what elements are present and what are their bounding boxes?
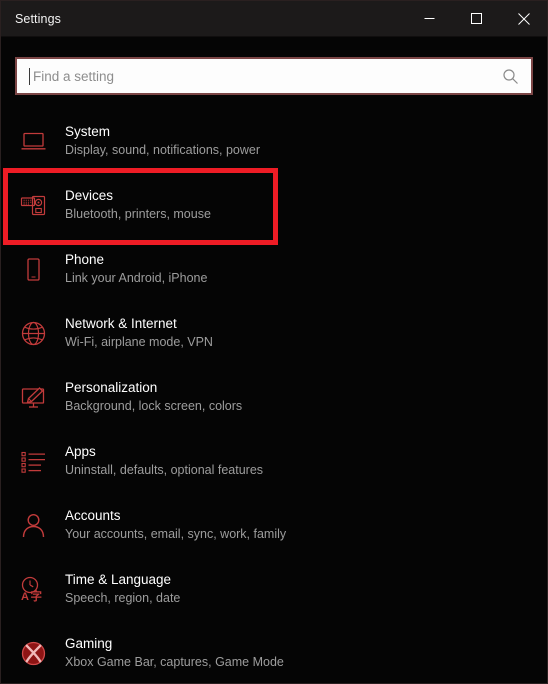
window-controls — [406, 1, 547, 37]
settings-item-subtitle: Speech, region, date — [65, 591, 181, 605]
maximize-button[interactable] — [453, 1, 500, 37]
search-icon[interactable] — [502, 68, 519, 85]
close-button[interactable] — [500, 1, 547, 37]
window-title: Settings — [15, 11, 61, 26]
settings-item-subtitle: Uninstall, defaults, optional features — [65, 463, 264, 477]
settings-item-text: Personalization Background, lock screen,… — [65, 379, 242, 415]
minimize-icon — [424, 18, 435, 19]
title-bar: Settings — [1, 1, 547, 37]
globe-icon — [19, 319, 47, 347]
svg-text:字: 字 — [30, 589, 42, 603]
settings-item-subtitle: Your accounts, email, sync, work, family — [65, 527, 287, 541]
settings-item-apps[interactable]: Apps Uninstall, defaults, optional featu… — [1, 429, 547, 493]
settings-item-title: Gaming — [65, 636, 113, 651]
settings-item-text: Apps Uninstall, defaults, optional featu… — [65, 443, 263, 479]
settings-item-text: Network & Internet Wi-Fi, airplane mode,… — [65, 315, 213, 351]
settings-item-subtitle: Display, sound, notifications, power — [65, 143, 261, 157]
settings-item-title: Apps — [65, 444, 96, 459]
search-input[interactable] — [33, 59, 502, 93]
devices-icon — [19, 191, 47, 219]
settings-item-accounts[interactable]: Accounts Your accounts, email, sync, wor… — [1, 493, 547, 557]
laptop-icon — [19, 127, 47, 155]
settings-item-subtitle: Bluetooth, printers, mouse — [65, 207, 211, 221]
settings-item-text: Phone Link your Android, iPhone — [65, 251, 207, 287]
settings-item-title: Network & Internet — [65, 316, 177, 331]
maximize-icon — [471, 13, 482, 24]
search-box[interactable] — [15, 57, 533, 95]
settings-list: System Display, sound, notifications, po… — [1, 95, 547, 683]
settings-item-time-language[interactable]: A 字 Time & Language Speech, region, date — [1, 557, 547, 621]
settings-item-text: Gaming Xbox Game Bar, captures, Game Mod… — [65, 635, 284, 671]
minimize-button[interactable] — [406, 1, 453, 37]
settings-item-subtitle: Link your Android, iPhone — [65, 271, 208, 285]
phone-icon — [19, 255, 47, 283]
settings-item-subtitle: Background, lock screen, colors — [65, 399, 243, 413]
settings-item-gaming[interactable]: Gaming Xbox Game Bar, captures, Game Mod… — [1, 621, 547, 683]
settings-item-title: Personalization — [65, 380, 158, 395]
search-area — [1, 37, 547, 95]
settings-item-title: Phone — [65, 252, 105, 267]
apps-list-icon — [19, 447, 47, 475]
text-caret — [29, 67, 30, 85]
settings-item-text: Time & Language Speech, region, date — [65, 571, 180, 607]
settings-item-text: System Display, sound, notifications, po… — [65, 123, 260, 159]
settings-item-text: Devices Bluetooth, printers, mouse — [65, 187, 211, 223]
settings-item-subtitle: Xbox Game Bar, captures, Game Mode — [65, 655, 284, 669]
settings-window: Settings Find a setting System Display, … — [0, 0, 548, 684]
settings-item-phone[interactable]: Phone Link your Android, iPhone — [1, 237, 547, 301]
person-icon — [19, 511, 47, 539]
settings-item-subtitle: Wi-Fi, airplane mode, VPN — [65, 335, 213, 349]
paintbrush-monitor-icon — [19, 383, 47, 411]
xbox-icon — [19, 639, 47, 667]
settings-item-text: Accounts Your accounts, email, sync, wor… — [65, 507, 286, 543]
settings-item-system[interactable]: System Display, sound, notifications, po… — [1, 109, 547, 173]
settings-item-title: Time & Language — [65, 572, 172, 587]
settings-item-title: System — [65, 124, 111, 139]
settings-item-devices[interactable]: Devices Bluetooth, printers, mouse — [1, 173, 547, 237]
settings-item-network[interactable]: Network & Internet Wi-Fi, airplane mode,… — [1, 301, 547, 365]
svg-text:A: A — [21, 591, 29, 603]
settings-item-title: Devices — [65, 188, 114, 203]
clock-language-icon: A 字 — [19, 575, 47, 603]
settings-item-title: Accounts — [65, 508, 121, 523]
settings-item-personalization[interactable]: Personalization Background, lock screen,… — [1, 365, 547, 429]
close-icon — [517, 12, 530, 25]
